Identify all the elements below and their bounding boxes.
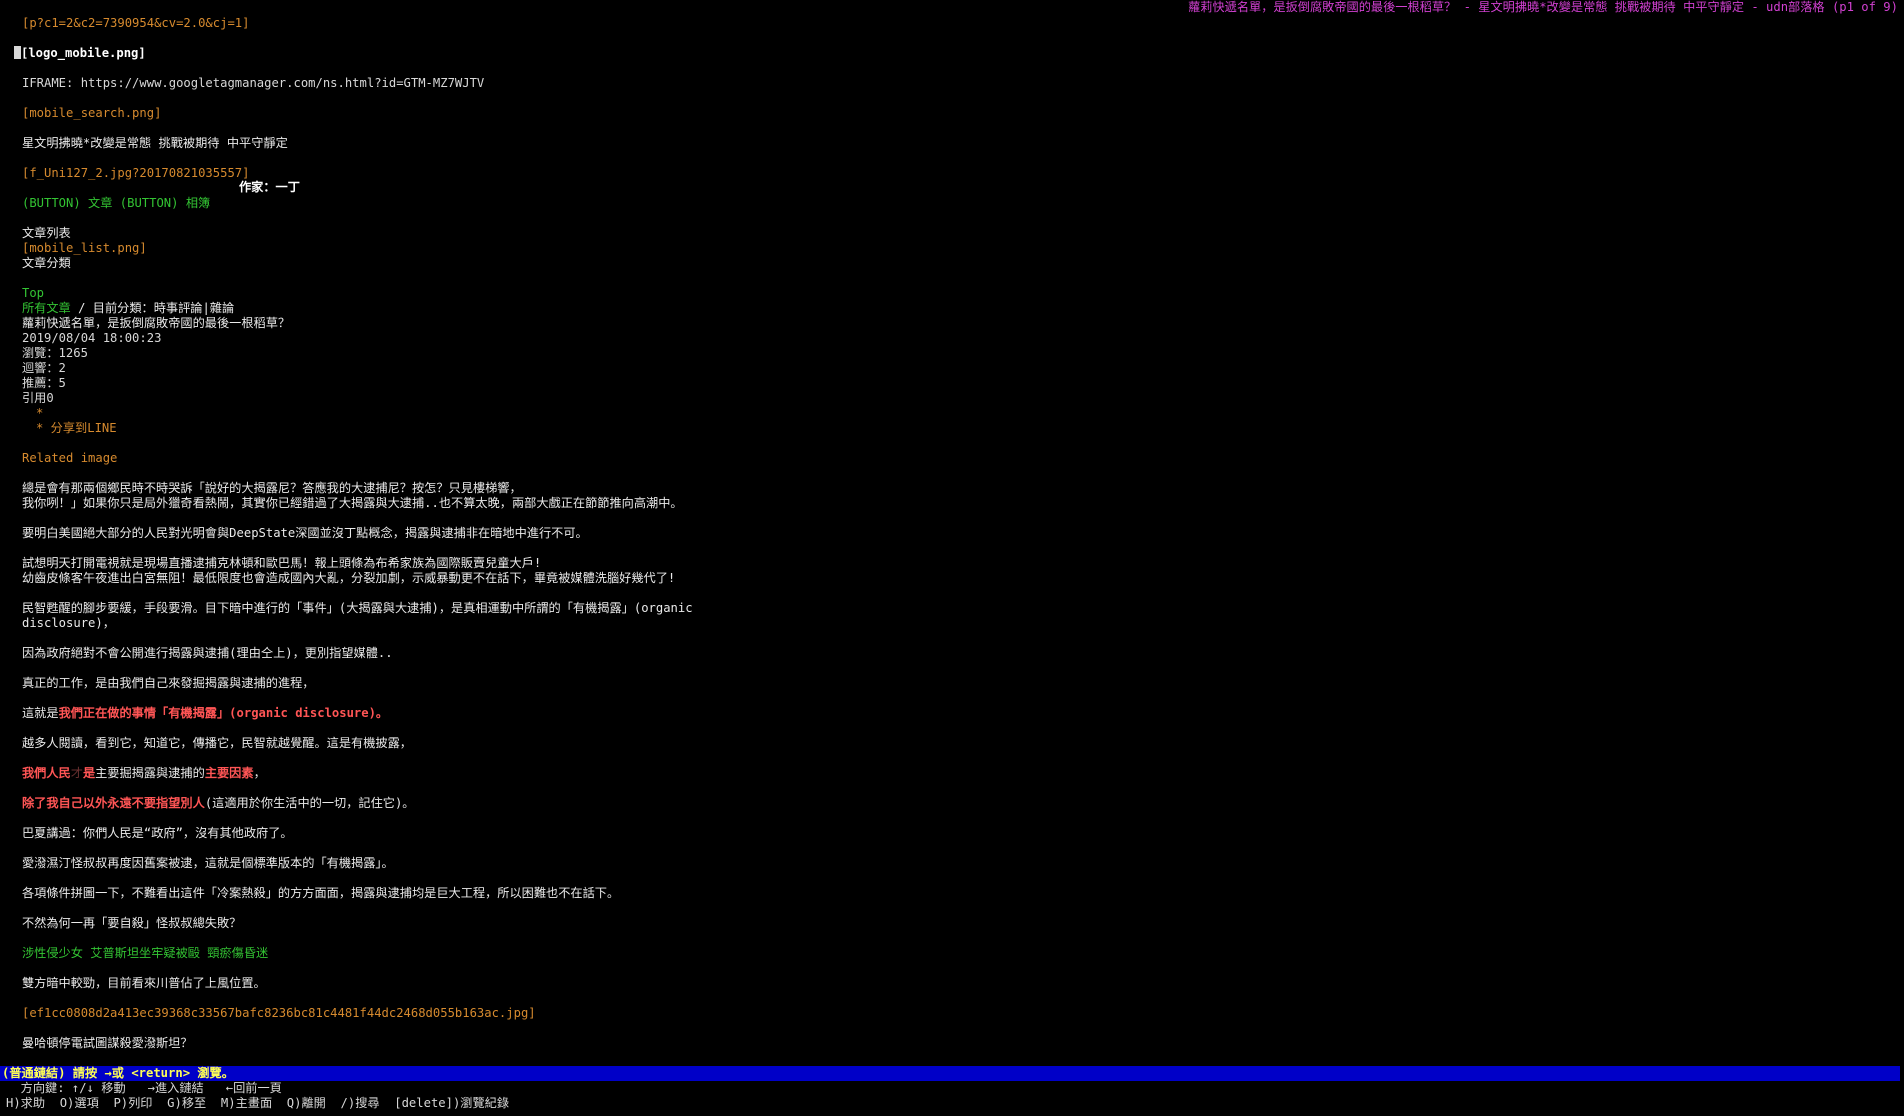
paragraph-3-line-1: 試想明天打開電視就是現場直播逮捕克林頓和歐巴馬！報上頭條為布希家族為國際販賣兒童… bbox=[22, 556, 542, 570]
breadcrumb: 所有文章 / 目前分類：時事評論|雜論 bbox=[22, 301, 234, 316]
paragraph-12: 愛潑濕汀怪叔叔再度因舊案被逮，這就是個標準版本的「有機揭露」。 bbox=[22, 856, 394, 870]
status-message-bar: (普通鏈結) 請按 →或 <return> 瀏覽。 bbox=[0, 1066, 1900, 1081]
paragraph-7-emphasis: 我們正在做的事情「有機揭露」(organic disclosure)。 bbox=[58, 706, 389, 720]
iframe-line[interactable]: IFRAME: https://www.googletagmanager.com… bbox=[22, 76, 484, 91]
news-link[interactable]: 涉性侵少女 艾普斯坦坐牢疑被毆 頸瘀傷昏迷 bbox=[22, 946, 268, 961]
author-name: 作家：一丁 bbox=[239, 180, 300, 194]
paragraph-8: 越多人閱讀，看到它，知道它，傳播它，民智就越覺醒。這是有機披露， bbox=[22, 736, 412, 750]
logo-image-label: [logo_mobile.png] bbox=[21, 46, 146, 60]
paragraph-7: 這就是我們正在做的事情「有機揭露」(organic disclosure)。 bbox=[22, 706, 388, 721]
share-line-link[interactable]: * 分享到LINE bbox=[36, 421, 117, 436]
paragraph-9-emphasis-a: 我們人民 bbox=[22, 766, 71, 780]
article-datetime: 2019/08/04 18:00:23 bbox=[22, 331, 162, 345]
paragraph-9-emphasis-c: 是 bbox=[82, 766, 96, 780]
paragraph-9-end: ， bbox=[253, 766, 266, 780]
album-link[interactable]: 相簿 bbox=[186, 196, 210, 210]
current-category: / 目前分類：時事評論|雜論 bbox=[70, 301, 235, 315]
all-articles-link[interactable]: 所有文章 bbox=[22, 301, 71, 315]
text-cursor bbox=[14, 46, 21, 59]
search-image-link[interactable]: [mobile_search.png] bbox=[22, 106, 161, 121]
article-list-heading: 文章列表 bbox=[22, 226, 71, 240]
paragraph-11: 巴夏講過：你們人民是“政府”，沒有其他政府了。 bbox=[22, 826, 293, 840]
paragraph-9-faint: 才 bbox=[70, 766, 83, 780]
paragraph-4-line-1: 民智甦醒的腳步要緩，手段要滑。目下暗中進行的「事件」(大揭露與大逮捕)，是真相運… bbox=[22, 601, 693, 615]
paragraph-3-line-2: 幼齒皮條客午夜進出白宮無阻！最低限度也會造成國內大亂，分裂加劇，示威暴動更不在話… bbox=[22, 571, 676, 585]
article-citations: 引用0 bbox=[22, 391, 54, 405]
paragraph-5: 因為政府絕對不會公開進行揭露與逮捕(理由仝上)，更別指望媒體.. bbox=[22, 646, 393, 660]
article-title: 蘿莉快遞名單，是扳倒腐敗帝國的最後一根稻草？ bbox=[22, 316, 291, 330]
related-image-link[interactable]: Related image bbox=[22, 451, 117, 466]
paragraph-7-prefix: 這就是 bbox=[22, 706, 59, 720]
avatar-image-link[interactable]: [f_Uni127_2.jpg?20170821035557] bbox=[22, 166, 249, 181]
paragraph-6: 真正的工作，是由我們自己來發掘揭露與逮捕的進程， bbox=[22, 676, 315, 690]
article-recommends: 推薦：5 bbox=[22, 376, 66, 390]
article-image-link[interactable]: [ef1cc0808d2a413ec39368c33567bafc8236bc8… bbox=[22, 1006, 536, 1021]
help-line-navigation: 方向鍵: ↑/↓ 移動 →進入鏈結 ←回前一頁 bbox=[6, 1081, 282, 1095]
paragraph-13: 各項條件拼圖一下，不難看出這件「冷案熱殺」的方方面面，揭露與逮捕均是巨大工程，所… bbox=[22, 886, 620, 900]
articles-link[interactable]: 文章 bbox=[88, 196, 112, 210]
paragraph-14: 不然為何一再「要自殺」怪叔叔總失敗？ bbox=[22, 916, 242, 930]
paragraph-4-line-2: disclosure)， bbox=[22, 616, 115, 630]
logo-link[interactable]: [logo_mobile.png] bbox=[14, 46, 146, 61]
help-line-commands: H)求助 O)選項 P)列印 G)移至 M)主畫面 Q)離開 /)搜尋 [del… bbox=[6, 1096, 510, 1110]
nav-buttons-row: (BUTTON) 文章 (BUTTON) 相簿 bbox=[22, 196, 210, 211]
articles-button-tag[interactable]: (BUTTON) bbox=[22, 196, 81, 210]
list-image-link[interactable]: [mobile_list.png] bbox=[22, 241, 147, 256]
window-title: 蘿莉快遞名單，是扳倒腐敗帝國的最後一根稻草？ - 星文明拂曉*改變是常態 挑戰被… bbox=[1188, 0, 1898, 14]
paragraph-1-line-1: 總是會有那兩個鄉民時不時哭訴「說好的大揭露尼？答應我的大逮捕尼？按怎？只見樓梯響… bbox=[22, 481, 522, 495]
paragraph-1-line-2: 我你咧！」如果你只是局外獵奇看熱鬧，其實你已經錯過了大揭露與大逮捕..也不算太晚… bbox=[22, 496, 683, 510]
paragraph-10-emphasis: 除了我自己以外永遠不要指望別人 bbox=[22, 796, 205, 810]
album-button-tag[interactable]: (BUTTON) bbox=[120, 196, 179, 210]
paragraph-9-middle: 主要掘揭露與逮捕的 bbox=[95, 766, 205, 780]
article-category-heading: 文章分類 bbox=[22, 256, 71, 270]
share-bullet-empty: * bbox=[36, 406, 44, 420]
blog-name: 星文明拂曉*改變是常態 挑戰被期待 中平守靜定 bbox=[22, 136, 288, 150]
article-replies: 迴響：2 bbox=[22, 361, 66, 375]
paragraph-9-emphasis-e: 主要因素 bbox=[204, 766, 254, 780]
paragraph-9: 我們人民才是主要掘揭露與逮捕的主要因素， bbox=[22, 766, 266, 781]
tracking-pixel-image[interactable]: [p?c1=2&c2=7390954&cv=2.0&cj=1] bbox=[22, 16, 249, 31]
paragraph-16: 曼哈頓停電試圖謀殺愛潑斯坦？ bbox=[22, 1036, 193, 1050]
paragraph-10: 除了我自己以外永遠不要指望別人(這適用於你生活中的一切，記住它)。 bbox=[22, 796, 415, 811]
paragraph-15: 雙方暗中較勁，目前看來川普佔了上風位置。 bbox=[22, 976, 266, 990]
paragraph-10-rest: (這適用於你生活中的一切，記住它)。 bbox=[204, 796, 415, 810]
article-views: 瀏覽：1265 bbox=[22, 346, 88, 360]
paragraph-2: 要明白美國絕大部分的人民對光明會與DeepState深國並沒丁點概念，揭露與逮捕… bbox=[22, 526, 588, 540]
top-link[interactable]: Top bbox=[22, 286, 44, 301]
